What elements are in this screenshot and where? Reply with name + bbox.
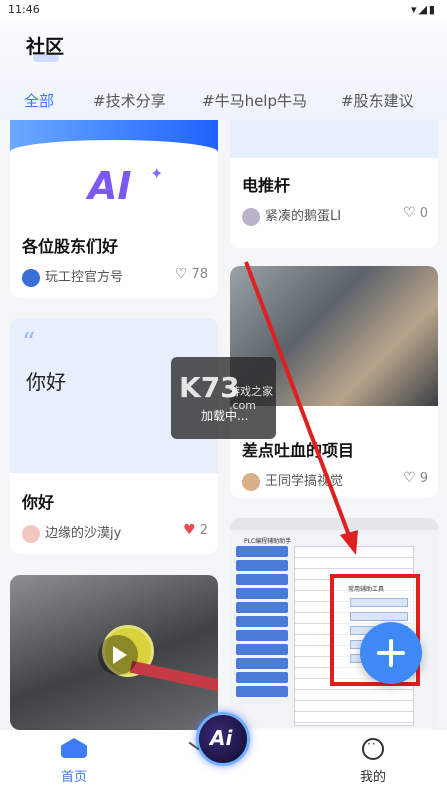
dialog-button (350, 598, 408, 607)
post-image-text: 你好 (26, 370, 66, 394)
post-card[interactable] (10, 575, 218, 730)
ai-label: Ai (210, 726, 233, 750)
like-button[interactable]: ♡ 0 (403, 205, 428, 221)
post-card[interactable]: PLC编程辅助助手 常用辅助工具 (230, 518, 438, 730)
sparkle-icon: ✦ (150, 164, 164, 183)
like-button[interactable]: ♡ 9 (403, 470, 428, 486)
dialog-button (350, 612, 408, 621)
window-sidebar (236, 546, 288, 726)
post-author[interactable]: 边缘的沙漠jy (22, 522, 121, 543)
dialog-title: 常用辅助工具 (348, 586, 385, 593)
page-title: 社区 (26, 36, 65, 58)
post-title: 电推杆 (242, 176, 291, 195)
post-title: 各位股东们好 (22, 237, 119, 256)
post-card[interactable]: 电推杆 紧凑的鹅蛋LI ♡ 0 (230, 120, 438, 248)
banner-wave (10, 140, 218, 164)
author-name: 紧凑的鹅蛋LI (265, 209, 342, 224)
post-image (230, 120, 438, 158)
like-button[interactable]: ♥ 2 (183, 522, 208, 538)
nav-home[interactable]: 首页 (50, 738, 98, 785)
create-post-button[interactable] (360, 622, 422, 684)
tab-suggestions[interactable]: #股东建议 (341, 90, 414, 111)
post-author[interactable]: 紧凑的鹅蛋LI (242, 205, 341, 226)
post-title: 差点吐血的项目 (242, 441, 355, 460)
avatar (242, 472, 260, 491)
like-count: 0 (419, 206, 428, 221)
post-title: 你好 (22, 493, 55, 512)
post-image: AI ✦ (10, 120, 218, 220)
post-screenshot: PLC编程辅助助手 常用辅助工具 (230, 518, 438, 728)
nav-mine[interactable]: 我的 (349, 737, 397, 785)
status-time: 11:46 (8, 3, 40, 16)
nav-ai-button[interactable]: Ai (196, 712, 250, 766)
nav-mine-label: 我的 (359, 770, 386, 785)
like-count: 9 (419, 471, 428, 486)
window-title: PLC编程辅助助手 (244, 538, 292, 545)
heart-filled-icon: ♥ (183, 522, 196, 538)
avatar (242, 207, 260, 226)
avatar (22, 268, 40, 287)
post-author[interactable]: 玩工控官方号 (22, 266, 123, 287)
tab-bar: 全部 #技术分享 #牛马help牛马 #股东建议 (0, 88, 447, 116)
post-card[interactable]: AI ✦ 各位股东们好 玩工控官方号 ♡ 78 (10, 120, 218, 298)
tab-tech-share[interactable]: #技术分享 (93, 90, 166, 111)
status-bar: 11:46 ▾◢▮ (0, 0, 447, 20)
loading-toast: K73 游戏之家 .com 加载中... (171, 357, 276, 439)
heart-icon: ♡ (403, 205, 416, 221)
page-header: 社区 全部 #技术分享 #牛马help牛马 #股东建议 (0, 20, 447, 120)
author-name: 玩工控官方号 (45, 270, 124, 285)
bottom-nav: 首页 Ai 我的 (0, 712, 447, 795)
loading-text: 加载中... (201, 409, 249, 423)
tab-all[interactable]: 全部 (24, 90, 54, 111)
avatar (22, 524, 40, 543)
like-button[interactable]: ♡ 78 (175, 266, 208, 282)
author-name: 王同学搞视觉 (265, 474, 344, 489)
author-name: 边缘的沙漠jy (45, 526, 122, 541)
play-icon[interactable] (98, 635, 138, 675)
ai-logo: AI (88, 164, 132, 208)
post-author[interactable]: 王同学搞视觉 (242, 470, 343, 491)
window-titlebar (230, 518, 438, 530)
home-icon (61, 738, 87, 758)
nav-home-label: 首页 (60, 770, 87, 785)
like-count: 78 (191, 267, 208, 282)
like-count: 2 (199, 523, 208, 538)
heart-icon: ♡ (403, 470, 416, 486)
quote-icon: “ (22, 328, 36, 358)
tab-help[interactable]: #牛马help牛马 (202, 90, 307, 111)
red-rod (129, 660, 218, 692)
status-icons: ▾◢▮ (410, 3, 437, 16)
chat-bubble-icon (362, 737, 384, 760)
heart-icon: ♡ (174, 266, 188, 282)
